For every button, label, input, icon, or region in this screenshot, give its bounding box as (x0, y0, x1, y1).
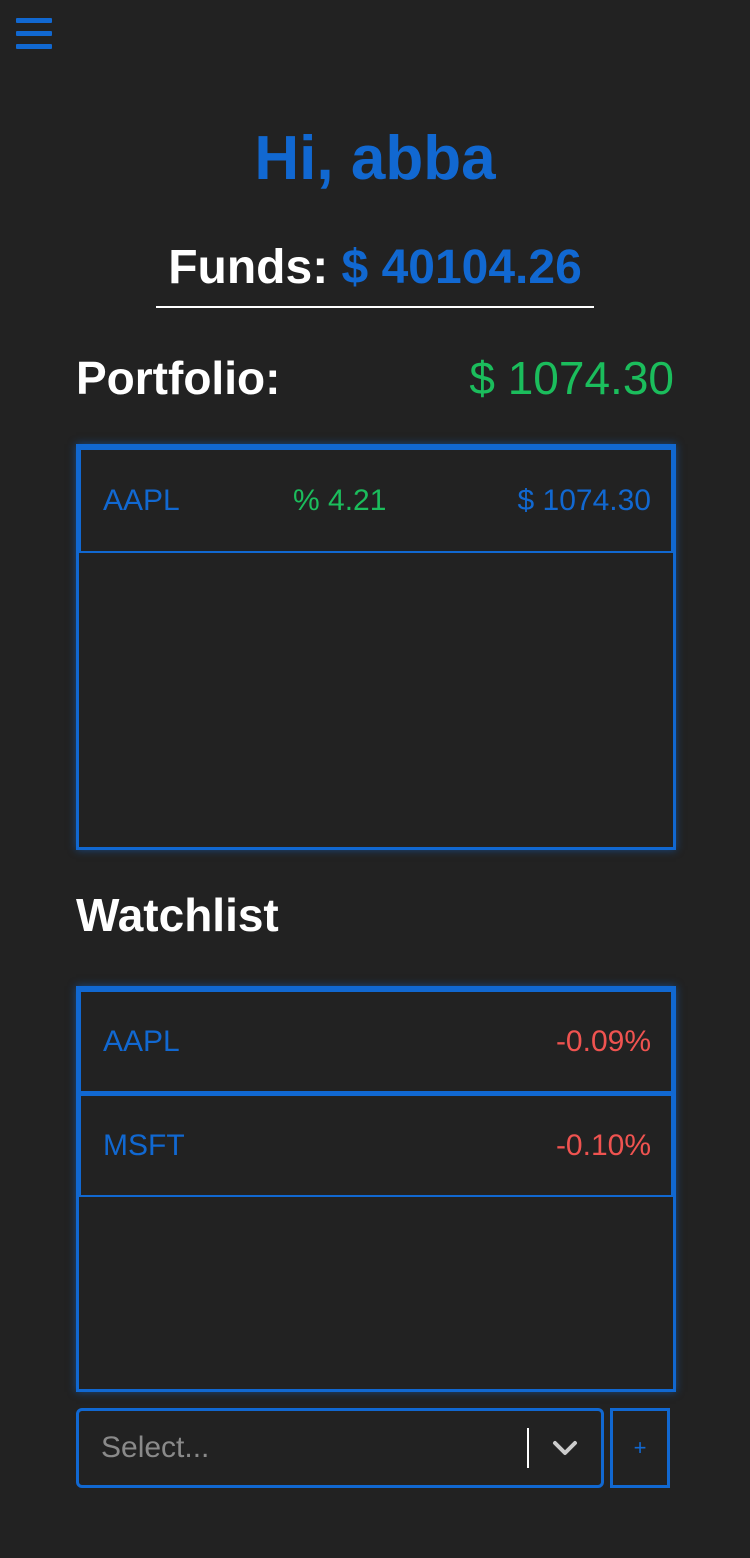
portfolio-value: $ 1074.30 (517, 483, 651, 517)
watchlist-change: -0.09% (555, 1024, 651, 1058)
chevron-down-icon[interactable] (529, 1411, 601, 1485)
watchlist-title: Watchlist (76, 889, 279, 941)
portfolio-percent: % 4.21 (293, 483, 387, 517)
watchlist-list: AAPL -0.09% MSFT -0.10% (76, 986, 676, 1392)
stock-select-placeholder: Select... (101, 1431, 210, 1464)
portfolio-row[interactable]: AAPL % 4.21 $ 1074.30 (79, 447, 673, 553)
stock-select[interactable]: Select... (76, 1408, 604, 1488)
portfolio-list: AAPL % 4.21 $ 1074.30 (76, 444, 676, 850)
portfolio-header: Portfolio: $ 1074.30 (76, 346, 674, 410)
add-to-watchlist-button[interactable]: + (610, 1408, 670, 1488)
portfolio-symbol: AAPL (103, 483, 180, 517)
dashboard-page: Hi, abba Funds: $ 40104.26 Portfolio: $ … (0, 0, 750, 1558)
funds-summary: Funds: $ 40104.26 (156, 238, 594, 308)
watchlist-row[interactable]: MSFT -0.10% (79, 1093, 673, 1197)
watchlist-change: -0.10% (555, 1128, 651, 1162)
portfolio-title: Portfolio: (76, 352, 281, 404)
watchlist-symbol: MSFT (103, 1128, 185, 1162)
watchlist-symbol: AAPL (103, 1024, 180, 1058)
portfolio-total: $ 1074.30 (469, 352, 674, 404)
funds-label: Funds: (168, 241, 329, 294)
greeting-title: Hi, abba (254, 124, 496, 193)
funds-value: $ 40104.26 (341, 241, 582, 294)
watchlist-row[interactable]: AAPL -0.09% (79, 989, 673, 1093)
hamburger-menu-icon[interactable] (16, 18, 52, 50)
